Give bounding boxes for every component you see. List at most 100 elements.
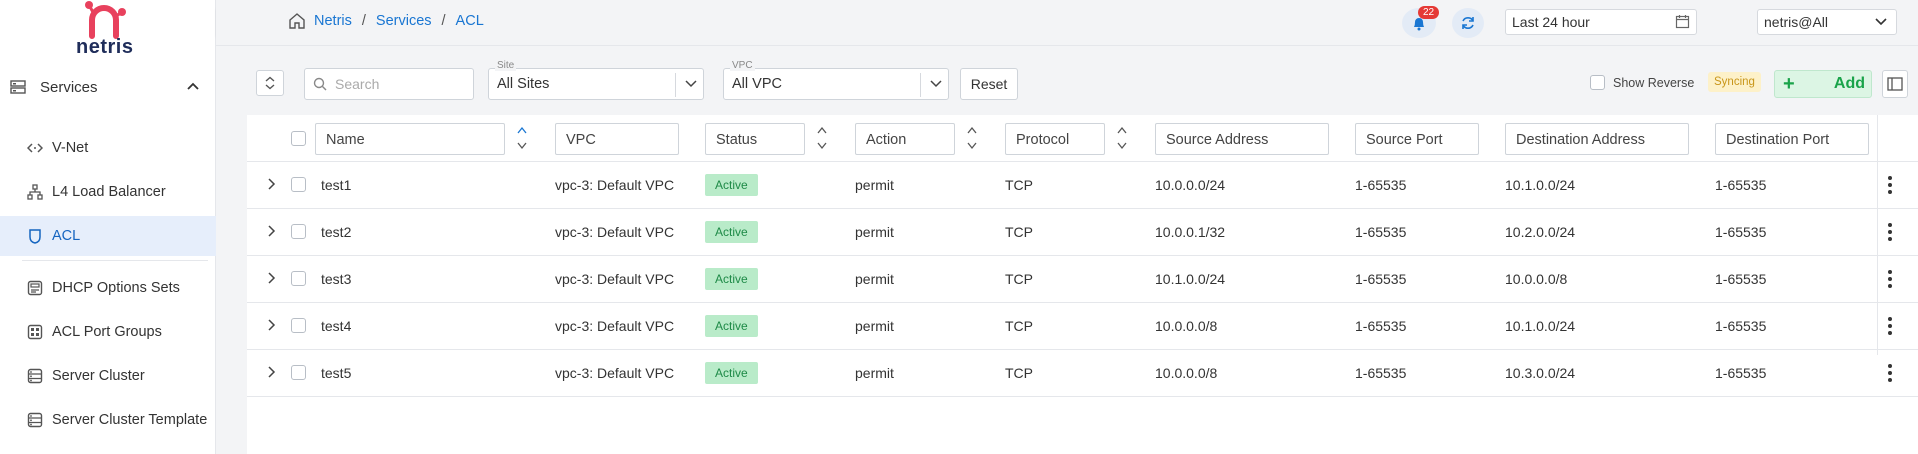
code-brackets-icon: [26, 139, 44, 157]
cell-source-port: 1-65535: [1355, 365, 1407, 381]
breadcrumb-separator: /: [441, 13, 446, 29]
notification-count-badge: 22: [1418, 6, 1440, 19]
row-menu-icon[interactable]: [1887, 364, 1893, 382]
calendar-icon: [1675, 15, 1690, 29]
sync-status-badge: Syncing: [1708, 72, 1761, 92]
column-header-action[interactable]: Action: [855, 123, 955, 155]
row-menu-icon[interactable]: [1887, 223, 1893, 241]
row-menu-icon[interactable]: [1887, 270, 1893, 288]
cell-name: test4: [321, 318, 352, 334]
table-header: Name VPC Status Action Protocol Source A…: [247, 115, 1918, 162]
sidebar-item-server-cluster-template[interactable]: Server Cluster Template: [0, 400, 216, 440]
select-all-checkbox[interactable]: [291, 131, 306, 146]
column-header-status[interactable]: Status: [705, 123, 805, 155]
sidebar-item-server-cluster[interactable]: Server Cluster: [0, 356, 216, 396]
sidebar-item-v-net[interactable]: V-Net: [0, 128, 216, 168]
add-button[interactable]: + Add: [1774, 70, 1872, 98]
cell-source-address: 10.0.0.0/8: [1155, 365, 1218, 381]
breadcrumb-acl[interactable]: ACL: [456, 13, 484, 29]
server-icon: [26, 367, 44, 385]
sidebar-item-dhcp-options-sets[interactable]: DHCP Options Sets: [0, 268, 216, 308]
table-row[interactable]: test4 vpc-3: Default VPC Active permit T…: [247, 303, 1918, 350]
column-header-source-address[interactable]: Source Address: [1155, 123, 1329, 155]
column-settings-button[interactable]: [1882, 70, 1908, 98]
cell-protocol: TCP: [1005, 318, 1033, 334]
expand-all-button[interactable]: [256, 70, 284, 96]
cell-name: test3: [321, 271, 352, 287]
chevron-right-icon[interactable]: [267, 318, 277, 332]
sidebar-item-acl-port-groups[interactable]: ACL Port Groups: [0, 312, 216, 352]
breadcrumb-services[interactable]: Services: [376, 13, 432, 29]
row-menu-icon[interactable]: [1887, 317, 1893, 335]
table-row[interactable]: test2 vpc-3: Default VPC Active permit T…: [247, 209, 1918, 256]
cell-source-address: 10.0.0.0/8: [1155, 318, 1218, 334]
table-row[interactable]: test5 vpc-3: Default VPC Active permit T…: [247, 350, 1918, 397]
cell-action: permit: [855, 271, 894, 287]
cell-source-address: 10.1.0.0/24: [1155, 271, 1226, 287]
cell-protocol: TCP: [1005, 177, 1033, 193]
breadcrumb-netris[interactable]: Netris: [314, 13, 352, 29]
column-header-destination-port[interactable]: Destination Port: [1715, 123, 1869, 155]
row-menu-icon[interactable]: [1887, 176, 1893, 194]
sidebar-section-services[interactable]: Services: [0, 72, 216, 102]
sort-name-button[interactable]: [515, 125, 529, 151]
reset-button[interactable]: Reset: [960, 68, 1018, 100]
chevron-right-icon[interactable]: [267, 271, 277, 285]
columns-icon: [1887, 77, 1903, 91]
sort-protocol-button[interactable]: [1115, 125, 1129, 151]
cell-protocol: TCP: [1005, 271, 1033, 287]
show-reverse-toggle[interactable]: Show Reverse: [1590, 75, 1694, 90]
show-reverse-checkbox[interactable]: [1590, 75, 1605, 90]
home-icon[interactable]: [288, 12, 306, 30]
cell-action: permit: [855, 318, 894, 334]
column-header-source-port[interactable]: Source Port: [1355, 123, 1479, 155]
chevron-right-icon[interactable]: [267, 177, 277, 191]
row-checkbox[interactable]: [291, 365, 306, 380]
status-badge: Active: [705, 268, 758, 290]
sidebar-item-l4-load-balancer[interactable]: L4 Load Balancer: [0, 172, 216, 212]
select-divider: [675, 73, 676, 97]
cell-destination-port: 1-65535: [1715, 365, 1767, 381]
select-divider: [920, 73, 921, 97]
tenant-select[interactable]: netris@All: [1757, 9, 1897, 35]
row-checkbox[interactable]: [291, 318, 306, 333]
column-header-destination-address[interactable]: Destination Address: [1505, 123, 1689, 155]
chevron-down-icon: [930, 80, 942, 88]
vpc-select[interactable]: VPC All VPC: [723, 61, 949, 100]
table-row[interactable]: test3 vpc-3: Default VPC Active permit T…: [247, 256, 1918, 303]
expand-collapse-icon: [265, 76, 275, 90]
chevron-up-icon[interactable]: [186, 80, 200, 94]
site-select[interactable]: Site All Sites: [488, 61, 704, 100]
time-range-picker[interactable]: Last 24 hour: [1505, 9, 1697, 35]
refresh-button[interactable]: [1452, 8, 1484, 38]
sidebar-item-acl[interactable]: ACL: [0, 216, 216, 256]
shield-icon: [26, 227, 44, 245]
sort-status-button[interactable]: [815, 125, 829, 151]
search-input[interactable]: [335, 76, 465, 92]
search-field[interactable]: [304, 68, 474, 100]
column-header-vpc[interactable]: VPC: [555, 123, 679, 155]
column-header-name[interactable]: Name: [315, 123, 505, 155]
dhcp-icon: [26, 279, 44, 297]
column-header-protocol[interactable]: Protocol: [1005, 123, 1105, 155]
chevron-right-icon[interactable]: [267, 365, 277, 379]
sort-action-button[interactable]: [965, 125, 979, 151]
row-checkbox[interactable]: [291, 224, 306, 239]
sidebar-item-label: Server Cluster Template: [52, 412, 208, 428]
chevron-right-icon[interactable]: [267, 224, 277, 238]
status-badge: Active: [705, 221, 758, 243]
table-row[interactable]: test1 vpc-3: Default VPC Active permit T…: [247, 162, 1918, 209]
cell-vpc: vpc-3: Default VPC: [555, 224, 675, 240]
chevron-down-icon: [685, 80, 697, 88]
cell-action: permit: [855, 177, 894, 193]
sidebar-divider: [22, 260, 208, 261]
sidebar-item-label: V-Net: [52, 140, 89, 156]
cell-name: test5: [321, 365, 352, 381]
brand-name: netris: [76, 36, 134, 58]
row-checkbox[interactable]: [291, 177, 306, 192]
port-group-icon: [26, 323, 44, 341]
cell-protocol: TCP: [1005, 224, 1033, 240]
cell-vpc: vpc-3: Default VPC: [555, 318, 675, 334]
site-select-label: Site: [495, 60, 517, 71]
row-checkbox[interactable]: [291, 271, 306, 286]
